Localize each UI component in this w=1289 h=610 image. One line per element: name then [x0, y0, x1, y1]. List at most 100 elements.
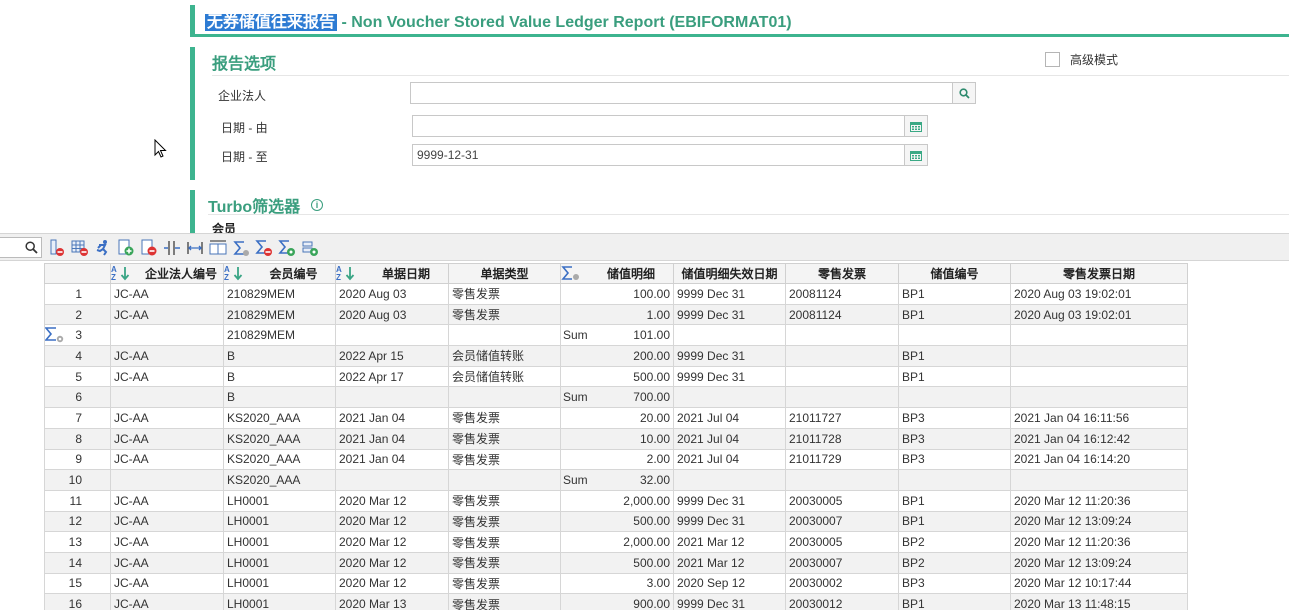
advanced-mode-toggle[interactable]: 高级模式 — [1045, 51, 1118, 68]
invoice-cell[interactable]: 21011728 — [785, 427, 899, 450]
date-to-input[interactable]: 9999-12-31 — [412, 144, 906, 166]
col-header-sv-code[interactable]: 储值编号 — [898, 263, 1011, 284]
member-cell[interactable]: LH0001 — [223, 593, 336, 610]
member-cell[interactable]: B — [223, 386, 336, 409]
entity-cell[interactable]: JC-AA — [110, 593, 224, 610]
entity-input[interactable] — [410, 82, 954, 104]
fit-all-icon[interactable] — [207, 238, 228, 258]
invoice-cell[interactable] — [785, 345, 899, 367]
table-row[interactable]: 2 JC-AA 210829MEM 2020 Aug 03 零售发票 1.00 9999 D… — [44, 303, 1188, 326]
sv-code-cell[interactable] — [898, 324, 1011, 347]
entity-cell[interactable] — [110, 469, 224, 491]
entity-cell[interactable]: JC-AA — [110, 303, 224, 326]
table-row[interactable]: 15 JC-AA LH0001 2020 Mar 12 零售发票 3.00 2020 Sep… — [44, 572, 1188, 595]
invoice-cell[interactable]: 21011727 — [785, 407, 899, 429]
table-row[interactable]: 1 JC-AA 210829MEM 2020 Aug 03 零售发票 100.00 9999… — [44, 283, 1188, 305]
remove-column-icon[interactable] — [46, 238, 67, 258]
invoice-cell[interactable]: 20030012 — [785, 593, 899, 610]
sort-az-icon[interactable]: AZ — [111, 265, 131, 281]
entity-cell[interactable]: JC-AA — [110, 510, 224, 533]
member-cell[interactable]: KS2020_AAA — [223, 469, 336, 491]
sv-code-cell[interactable]: BP1 — [898, 303, 1011, 326]
sort-az-icon[interactable]: AZ — [336, 265, 356, 281]
sum-icon[interactable] — [230, 238, 251, 258]
run-icon[interactable] — [92, 238, 113, 258]
entity-cell[interactable] — [110, 386, 224, 409]
sum-settings-icon[interactable] — [276, 238, 297, 258]
table-row[interactable]: 5 JC-AA B 2022 Apr 17 会员储值转账 500.00 9999 Dec 3… — [44, 365, 1188, 388]
entity-cell[interactable]: JC-AA — [110, 283, 224, 305]
invoice-cell[interactable]: 20030007 — [785, 510, 899, 533]
col-header-amount[interactable]: 储值明细 — [560, 263, 674, 284]
table-row[interactable]: 12 JC-AA LH0001 2020 Mar 12 零售发票 500.00 9999 D… — [44, 510, 1188, 533]
table-row[interactable]: 4 JC-AA B 2022 Apr 15 会员储值转账 200.00 9999 Dec 3… — [44, 345, 1188, 367]
col-header-member[interactable]: A Z 会员编号 — [223, 263, 336, 284]
member-cell[interactable]: B — [223, 345, 336, 367]
sv-code-cell[interactable]: BP2 — [898, 551, 1011, 574]
entity-cell[interactable] — [110, 324, 224, 347]
member-cell[interactable]: KS2020_AAA — [223, 427, 336, 450]
col-header-expiry[interactable]: 储值明细失效日期 — [673, 263, 786, 284]
entity-cell[interactable]: JC-AA — [110, 427, 224, 450]
invoice-cell[interactable]: 21011729 — [785, 448, 899, 471]
member-cell[interactable]: LH0001 — [223, 489, 336, 512]
member-cell[interactable]: KS2020_AAA — [223, 407, 336, 429]
invoice-cell[interactable] — [785, 469, 899, 491]
invoice-cell[interactable]: 20081124 — [785, 283, 899, 305]
entity-cell[interactable]: JC-AA — [110, 551, 224, 574]
col-header-doc-type[interactable]: 单据类型 — [448, 263, 561, 284]
date-to-calendar-button[interactable] — [904, 144, 928, 166]
entity-search-button[interactable] — [952, 82, 976, 104]
table-row[interactable]: 9 JC-AA KS2020_AAA 2021 Jan 04 零售发票 2.00 2021 … — [44, 448, 1188, 471]
sort-az-icon[interactable]: AZ — [224, 265, 244, 281]
invoice-cell[interactable]: 20030007 — [785, 551, 899, 574]
entity-cell[interactable]: JC-AA — [110, 572, 224, 595]
entity-cell[interactable]: JC-AA — [110, 531, 224, 553]
member-cell[interactable]: 210829MEM — [223, 283, 336, 305]
col-header-entity[interactable]: A Z 企业法人编号 — [110, 263, 224, 284]
invoice-cell[interactable] — [785, 324, 899, 347]
add-page-icon[interactable] — [115, 238, 136, 258]
sv-code-cell[interactable]: BP3 — [898, 572, 1011, 595]
sv-code-cell[interactable]: BP3 — [898, 427, 1011, 450]
subtotal-row[interactable]: 6 B Sum 700.00 — [44, 386, 1188, 409]
invoice-cell[interactable] — [785, 386, 899, 409]
invoice-cell[interactable]: 20081124 — [785, 303, 899, 326]
member-cell[interactable]: LH0001 — [223, 551, 336, 574]
date-from-calendar-button[interactable] — [904, 115, 928, 137]
table-row[interactable]: 13 JC-AA LH0001 2020 Mar 12 零售发票 2,000.00 2021… — [44, 531, 1188, 553]
sv-code-cell[interactable] — [898, 386, 1011, 409]
sv-code-cell[interactable]: BP1 — [898, 283, 1011, 305]
advanced-mode-checkbox[interactable] — [1045, 52, 1060, 67]
fit-width-icon[interactable] — [184, 238, 205, 258]
sv-code-cell[interactable]: BP3 — [898, 448, 1011, 471]
sv-code-cell[interactable]: BP1 — [898, 489, 1011, 512]
split-columns-icon[interactable] — [161, 238, 182, 258]
sv-code-cell[interactable]: BP2 — [898, 531, 1011, 553]
invoice-cell[interactable] — [785, 365, 899, 388]
member-cell[interactable]: LH0001 — [223, 510, 336, 533]
member-cell[interactable]: LH0001 — [223, 572, 336, 595]
sv-code-cell[interactable]: BP1 — [898, 510, 1011, 533]
member-cell[interactable]: KS2020_AAA — [223, 448, 336, 471]
invoice-cell[interactable]: 20030002 — [785, 572, 899, 595]
col-header-doc-date[interactable]: A Z 单据日期 — [335, 263, 449, 284]
invoice-cell[interactable]: 20030005 — [785, 489, 899, 512]
sv-code-cell[interactable]: BP1 — [898, 593, 1011, 610]
grid-search-input[interactable] — [0, 237, 42, 258]
remove-sum-icon[interactable] — [253, 238, 274, 258]
table-row[interactable]: 11 JC-AA LH0001 2020 Mar 12 零售发票 2,000.00 9999… — [44, 489, 1188, 512]
subtotal-row[interactable]: 10 KS2020_AAA Sum 32.00 — [44, 469, 1188, 491]
member-cell[interactable]: B — [223, 365, 336, 388]
entity-cell[interactable]: JC-AA — [110, 345, 224, 367]
table-row[interactable]: 7 JC-AA KS2020_AAA 2021 Jan 04 零售发票 20.00 2021… — [44, 407, 1188, 429]
entity-cell[interactable]: JC-AA — [110, 407, 224, 429]
entity-cell[interactable]: JC-AA — [110, 489, 224, 512]
sum-icon[interactable] — [561, 265, 581, 281]
sv-code-cell[interactable]: BP1 — [898, 345, 1011, 367]
entity-cell[interactable]: JC-AA — [110, 365, 224, 388]
remove-page-icon[interactable] — [138, 238, 159, 258]
col-header-invoice-date[interactable]: 零售发票日期 — [1010, 263, 1188, 284]
remove-grid-icon[interactable] — [69, 238, 90, 258]
sv-code-cell[interactable]: BP1 — [898, 365, 1011, 388]
